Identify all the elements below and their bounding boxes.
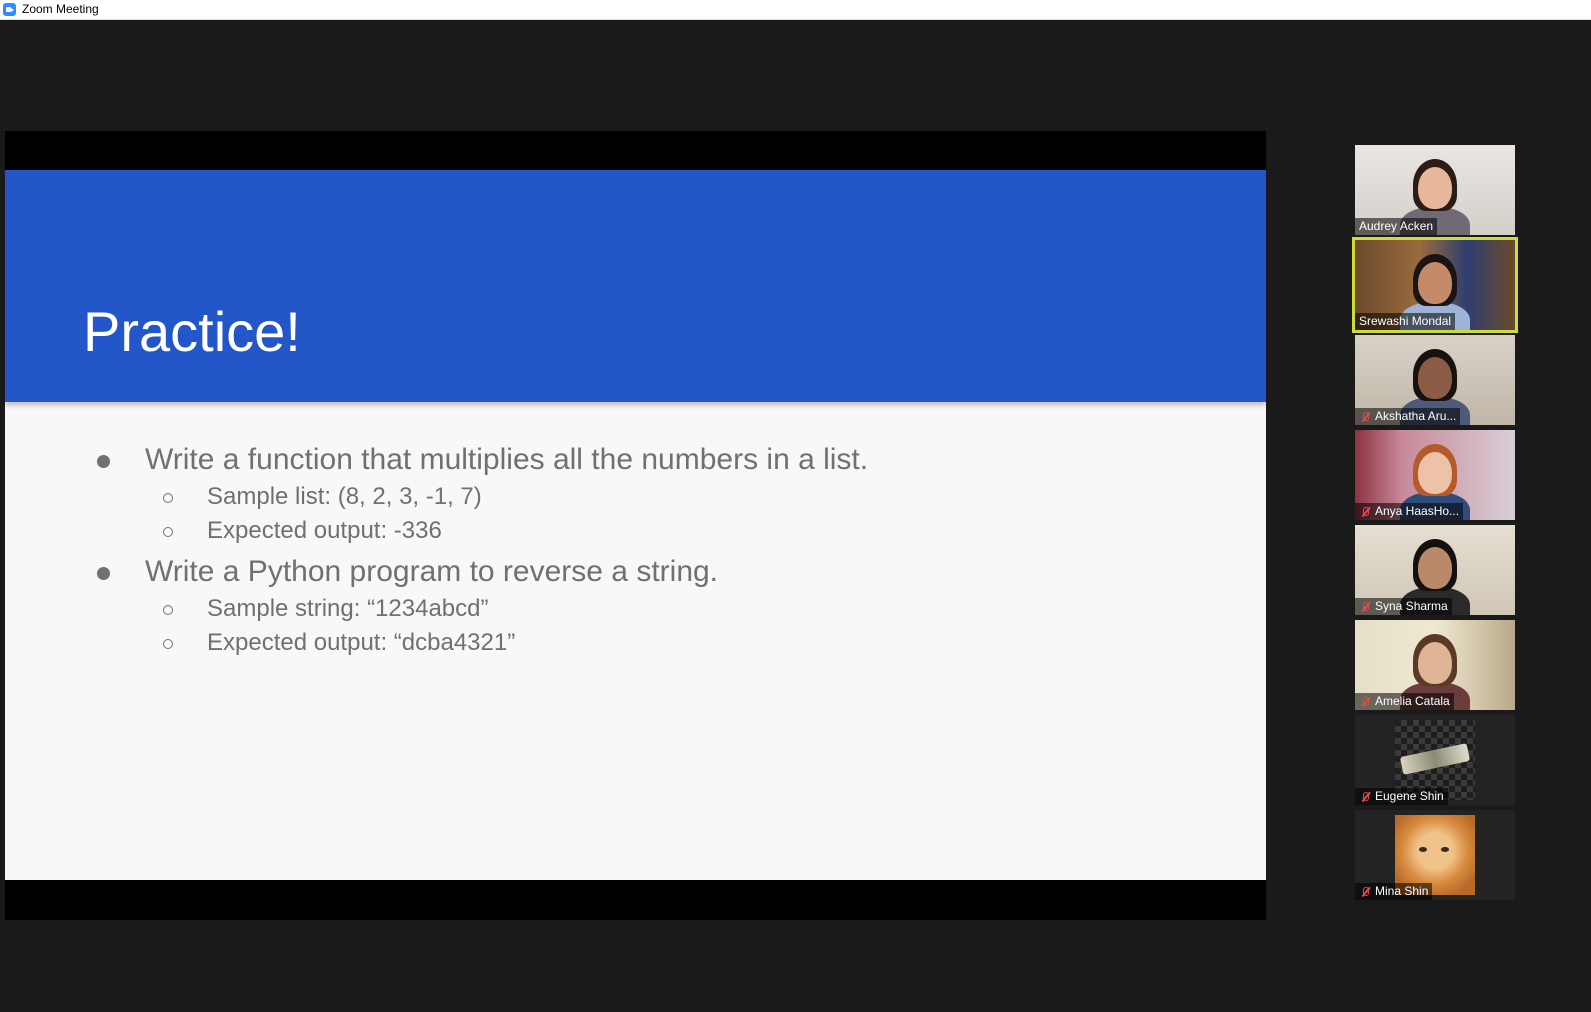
slide-title: Practice!	[83, 300, 301, 363]
slide-sub-bullet: Expected output: “dcba4321”	[5, 626, 1266, 660]
window-titlebar: Zoom Meeting	[0, 0, 1591, 20]
bullet-text: Write a Python program to reverse a stri…	[145, 555, 719, 588]
slide-sub-bullet: Sample list: (8, 2, 3, -1, 7)	[5, 480, 1266, 514]
hollow-bullet-icon	[163, 639, 173, 649]
bullet-text: Sample list: (8, 2, 3, -1, 7)	[207, 483, 482, 510]
participant-name: Akshatha Aru...	[1375, 409, 1457, 423]
participant-tile[interactable]: Srewashi Mondal	[1352, 237, 1518, 333]
screen-share-view[interactable]: Practice! Write a function that multipli…	[5, 131, 1266, 920]
participant-name-tag: Akshatha Aru...	[1355, 408, 1461, 425]
muted-microphone-icon	[1359, 506, 1371, 518]
muted-microphone-icon	[1359, 886, 1371, 898]
window-title: Zoom Meeting	[22, 2, 99, 16]
slide-sub-bullet: Sample string: “1234abcd”	[5, 592, 1266, 626]
slide-header: Practice!	[5, 170, 1266, 402]
slide-body: Write a function that multiplies all the…	[5, 440, 1266, 660]
participant-tile[interactable]: Anya HaasHo...	[1355, 430, 1515, 520]
filled-bullet-icon	[97, 567, 110, 580]
slide-sub-bullet: Expected output: -336	[5, 514, 1266, 548]
filled-bullet-icon	[97, 455, 110, 468]
participant-name-tag: Mina Shin	[1355, 883, 1433, 900]
hollow-bullet-icon	[163, 527, 173, 537]
participant-name: Mina Shin	[1375, 884, 1429, 898]
slide-bullet: Write a function that multiplies all the…	[5, 440, 1266, 480]
participant-name-tag: Srewashi Mondal	[1355, 313, 1456, 330]
muted-microphone-icon	[1359, 411, 1371, 423]
participant-name: Syna Sharma	[1375, 599, 1448, 613]
participant-tile[interactable]: Amelia Catala	[1355, 620, 1515, 710]
hollow-bullet-icon	[163, 605, 173, 615]
participant-name-tag: Eugene Shin	[1355, 788, 1448, 805]
zoom-app-icon	[3, 3, 16, 16]
bullet-text: Expected output: “dcba4321”	[207, 629, 516, 656]
participant-name-tag: Syna Sharma	[1355, 598, 1452, 615]
participant-name-tag: Audrey Acken	[1355, 218, 1438, 235]
bullet-text: Sample string: “1234abcd”	[207, 595, 489, 622]
participant-tile[interactable]: Audrey Acken	[1355, 145, 1515, 235]
participant-tile[interactable]: Eugene Shin	[1355, 715, 1515, 805]
slide-bullet: Write a Python program to reverse a stri…	[5, 552, 1266, 592]
bullet-text: Expected output: -336	[207, 517, 442, 544]
participant-name-tag: Anya HaasHo...	[1355, 503, 1464, 520]
participant-tile[interactable]: Akshatha Aru...	[1355, 335, 1515, 425]
participant-name: Audrey Acken	[1359, 219, 1434, 233]
participant-tile[interactable]: Mina Shin	[1355, 810, 1515, 900]
muted-microphone-icon	[1359, 791, 1371, 803]
bullet-text: Write a function that multiplies all the…	[145, 443, 869, 476]
participant-name-tag: Amelia Catala	[1355, 693, 1454, 710]
participant-tile[interactable]: Syna Sharma	[1355, 525, 1515, 615]
muted-microphone-icon	[1359, 601, 1371, 613]
participant-name: Amelia Catala	[1375, 694, 1450, 708]
participant-name: Eugene Shin	[1375, 789, 1444, 803]
participant-name: Anya HaasHo...	[1375, 504, 1460, 518]
participant-name: Srewashi Mondal	[1359, 314, 1452, 328]
muted-microphone-icon	[1359, 696, 1371, 708]
hollow-bullet-icon	[163, 493, 173, 503]
presentation-slide: Practice! Write a function that multipli…	[5, 170, 1266, 880]
